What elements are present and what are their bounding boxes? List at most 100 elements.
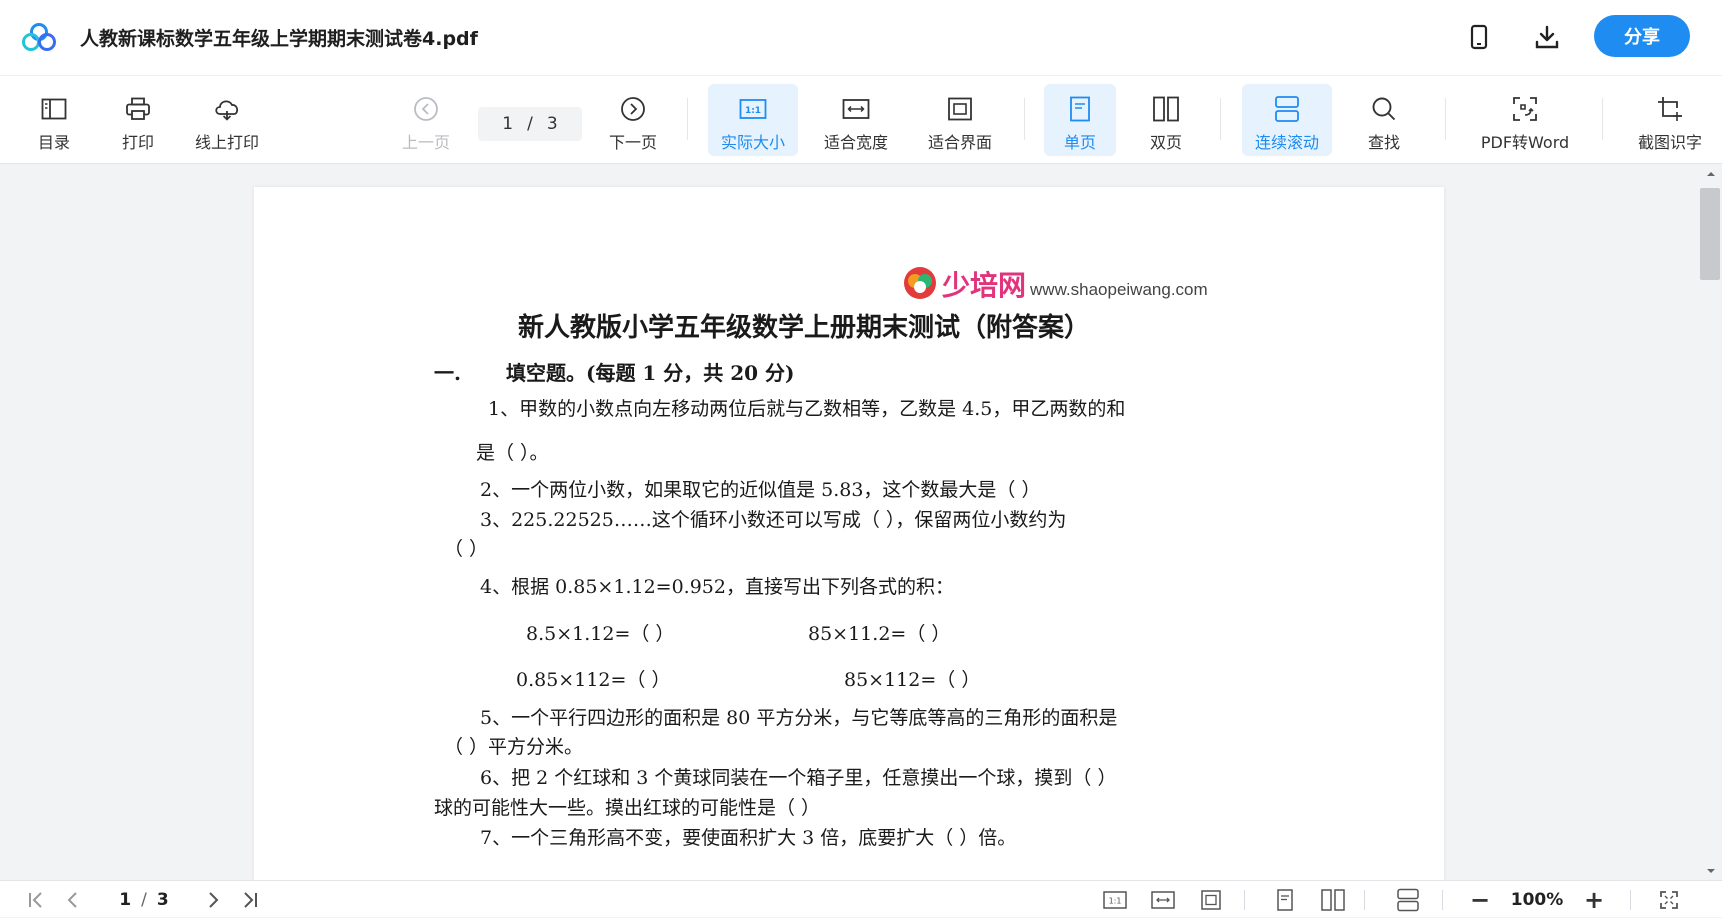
fit-screen-label: 适合界面 bbox=[927, 133, 992, 152]
scrollbar-thumb[interactable] bbox=[1700, 188, 1720, 280]
fullscreen-icon[interactable] bbox=[1654, 881, 1684, 918]
page-number-input[interactable]: 1 / 3 bbox=[478, 107, 582, 141]
bottom-divider bbox=[1630, 890, 1631, 910]
single-page-icon bbox=[1065, 94, 1095, 124]
toolbar-divider bbox=[1445, 98, 1446, 140]
double-page-button[interactable]: 双页 bbox=[1132, 84, 1200, 156]
double-page-icon[interactable] bbox=[1318, 881, 1348, 918]
online-print-label: 线上打印 bbox=[194, 133, 259, 152]
print-label: 打印 bbox=[121, 133, 154, 152]
zoom-in-button[interactable]: + bbox=[1580, 881, 1608, 918]
fit-screen-icon bbox=[945, 94, 975, 124]
question-3-line2: （ ） bbox=[444, 538, 489, 560]
online-print-button[interactable]: 线上打印 bbox=[188, 84, 266, 156]
zoom-level[interactable]: 100% bbox=[1506, 881, 1568, 918]
question-4-item-4: 85×112=（ ） bbox=[844, 669, 981, 691]
actual-size-icon[interactable]: 1:1 bbox=[1100, 881, 1130, 918]
brand-logo: 少培网 www.shaopeiwang.com bbox=[902, 265, 1208, 301]
print-button[interactable]: 打印 bbox=[112, 84, 164, 156]
pdf-to-word-label: PDF转Word bbox=[1480, 133, 1570, 152]
printer-icon bbox=[123, 94, 153, 124]
share-button[interactable]: 分享 bbox=[1594, 15, 1690, 57]
prev-page-icon[interactable] bbox=[60, 881, 86, 918]
page-separator: / bbox=[527, 114, 533, 134]
question-4-item-1: 8.5×1.12=（ ） bbox=[526, 623, 675, 645]
toolbar-divider bbox=[1602, 98, 1603, 140]
continuous-scroll-icon bbox=[1272, 94, 1302, 124]
crop-icon bbox=[1655, 94, 1685, 124]
find-button[interactable]: 查找 bbox=[1356, 84, 1412, 156]
arrow-left-circle-icon bbox=[411, 94, 441, 124]
prev-page-label: 上一页 bbox=[401, 133, 450, 152]
zoom-out-button[interactable]: − bbox=[1466, 881, 1494, 918]
phone-icon[interactable] bbox=[1464, 22, 1494, 52]
bottom-bar: 1 / 3 1:1 − 100% + bbox=[0, 880, 1722, 917]
current-page-value: 1 bbox=[502, 114, 514, 134]
question-4-item-2: 85×11.2=（ ） bbox=[808, 623, 951, 645]
question-3-line1: 3、225.22525……这个循环小数还可以写成（ ），保留两位小数约为 bbox=[480, 509, 1067, 531]
screenshot-ocr-button[interactable]: 截图识字 bbox=[1628, 84, 1712, 156]
question-2: 2、一个两位小数，如果取它的近似值是 5.83，这个数最大是（ ） bbox=[480, 479, 1041, 501]
total-pages-value: 3 bbox=[546, 114, 558, 134]
bottom-divider bbox=[1442, 890, 1443, 910]
catalog-button[interactable]: 目录 bbox=[28, 84, 80, 156]
bottom-page-indicator[interactable]: 1 / 3 bbox=[104, 881, 184, 918]
scroll-up-icon[interactable] bbox=[1705, 169, 1717, 179]
next-page-button[interactable]: 下一页 bbox=[602, 84, 664, 156]
catalog-icon bbox=[39, 94, 69, 124]
question-4: 4、根据 0.85×1.12=0.952，直接写出下列各式的积： bbox=[480, 576, 954, 598]
bottom-divider bbox=[1244, 890, 1245, 910]
question-5-line1: 5、一个平行四边形的面积是 80 平方分米，与它等底等高的三角形的面积是 bbox=[480, 707, 1118, 729]
first-page-icon[interactable] bbox=[22, 881, 50, 918]
actual-size-label: 实际大小 bbox=[720, 133, 785, 152]
toolbar-divider bbox=[687, 98, 688, 140]
arrow-right-circle-icon bbox=[618, 94, 648, 124]
question-6-line2: 球的可能性大一些。摸出红球的可能性是（ ） bbox=[434, 797, 821, 819]
last-page-icon[interactable] bbox=[236, 881, 264, 918]
bottom-total-pages: 3 bbox=[156, 889, 169, 910]
pdf-to-word-button[interactable]: PDF转Word bbox=[1472, 84, 1578, 156]
double-page-label: 双页 bbox=[1149, 133, 1182, 152]
app-logo-icon bbox=[22, 23, 56, 51]
download-icon[interactable] bbox=[1532, 22, 1562, 52]
toolbar: 目录 打印 线上打印 上一页 1 / 3 下一页 1:1 实际大小 适合宽度 适… bbox=[0, 76, 1722, 164]
question-1-line2: 是（ ）。 bbox=[476, 442, 549, 464]
prev-page-button[interactable]: 上一页 bbox=[396, 84, 456, 156]
brand-name: 少培网 bbox=[942, 269, 1027, 302]
bottom-divider bbox=[1364, 890, 1365, 910]
single-page-button[interactable]: 单页 bbox=[1044, 84, 1116, 156]
question-5-line2: （ ）平方分米。 bbox=[444, 736, 584, 758]
continuous-scroll-icon[interactable] bbox=[1392, 881, 1424, 918]
question-4-item-3: 0.85×112=（ ） bbox=[516, 669, 671, 691]
single-page-icon[interactable] bbox=[1270, 881, 1300, 918]
fit-width-icon bbox=[841, 94, 871, 124]
single-page-label: 单页 bbox=[1063, 133, 1096, 152]
section-title: 填空题。(每题 1 分，共 20 分) bbox=[506, 361, 795, 385]
document-viewport[interactable]: 少培网 www.shaopeiwang.com 新人教版小学五年级数学上册期末测… bbox=[0, 165, 1700, 880]
bottom-current-page: 1 bbox=[119, 889, 132, 910]
title-bar: 人教新课标数学五年级上学期期末测试卷4.pdf 分享 bbox=[0, 0, 1722, 76]
scroll-down-icon[interactable] bbox=[1705, 866, 1717, 876]
svg-text:1:1: 1:1 bbox=[1109, 896, 1122, 905]
bottom-page-separator: / bbox=[141, 889, 147, 910]
actual-size-icon: 1:1 bbox=[738, 94, 768, 124]
fit-screen-icon[interactable] bbox=[1196, 881, 1226, 918]
search-icon bbox=[1369, 94, 1399, 124]
catalog-label: 目录 bbox=[37, 133, 70, 152]
pdf-page: 少培网 www.shaopeiwang.com 新人教版小学五年级数学上册期末测… bbox=[254, 187, 1444, 880]
screenshot-ocr-label: 截图识字 bbox=[1637, 133, 1702, 152]
continuous-scroll-button[interactable]: 连续滚动 bbox=[1242, 84, 1332, 156]
toolbar-divider bbox=[1024, 98, 1025, 140]
next-page-icon[interactable] bbox=[200, 881, 226, 918]
document-heading: 新人教版小学五年级数学上册期末测试（附答案） bbox=[518, 313, 1091, 343]
double-page-icon bbox=[1151, 94, 1181, 124]
question-6-line1: 6、把 2 个红球和 3 个黄球同装在一个箱子里，任意摸出一个球，摸到（ ） bbox=[480, 767, 1117, 789]
brand-url: www.shaopeiwang.com bbox=[1030, 280, 1208, 299]
fit-width-icon[interactable] bbox=[1148, 881, 1178, 918]
find-label: 查找 bbox=[1367, 133, 1400, 152]
brand-flower-icon bbox=[904, 267, 936, 299]
toolbar-divider bbox=[1220, 98, 1221, 140]
actual-size-button[interactable]: 1:1 实际大小 bbox=[708, 84, 798, 156]
fit-screen-button[interactable]: 适合界面 bbox=[918, 84, 1002, 156]
fit-width-button[interactable]: 适合宽度 bbox=[814, 84, 898, 156]
